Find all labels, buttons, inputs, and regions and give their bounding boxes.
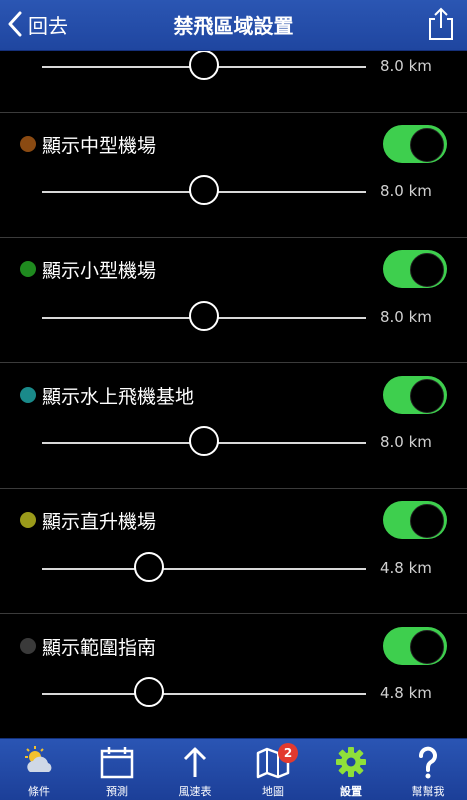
- share-icon: [429, 7, 453, 40]
- slider-value: 8.0 km: [380, 57, 432, 75]
- tab-bar: 條件 預測 風速表 2 地圖 設置 幫幫我: [0, 738, 467, 800]
- toggle-knob: [410, 504, 444, 538]
- dot-indicator: [20, 261, 36, 277]
- range-slider-small-airport[interactable]: 8.0 km: [0, 299, 467, 339]
- tab-label: 幫幫我: [411, 785, 445, 798]
- dot-indicator: [20, 387, 36, 403]
- tab-anemometer[interactable]: 風速表: [156, 743, 234, 799]
- weather-icon: [25, 746, 52, 772]
- range-slider-seaplane-base[interactable]: 8.0 km: [0, 424, 467, 464]
- gear-icon: [336, 747, 366, 777]
- settings-list[interactable]: 8.0 km 顯示中型機場 8.0 km 顯示小型機場 8.0 km 顯示水上飛…: [0, 51, 467, 739]
- row-label: 顯示小型機場: [42, 260, 157, 282]
- tab-label: 設置: [340, 785, 362, 798]
- tab-settings[interactable]: 設置: [312, 743, 390, 799]
- dot-indicator: [20, 512, 36, 528]
- back-button[interactable]: 回去: [8, 8, 68, 40]
- toggle-switch[interactable]: [383, 125, 447, 163]
- slider-thumb[interactable]: [133, 552, 164, 582]
- row-label: 顯示水上飛機基地: [42, 386, 195, 408]
- tab-label: 風速表: [178, 785, 212, 798]
- tab-conditions[interactable]: 條件: [0, 743, 78, 799]
- dot-indicator: [20, 136, 36, 152]
- toggle-switch[interactable]: [383, 250, 447, 288]
- slider-value: 4.8 km: [380, 684, 432, 702]
- divider: [0, 362, 467, 363]
- toggle-knob: [410, 630, 444, 664]
- slider-value: 8.0 km: [380, 182, 432, 200]
- notification-badge: 2: [278, 743, 298, 763]
- slider-value: 8.0 km: [380, 433, 432, 451]
- row-label: 顯示直升機場: [42, 511, 157, 533]
- toggle-knob: [410, 253, 444, 287]
- tab-label: 地圖: [262, 785, 284, 798]
- calendar-icon: [100, 747, 134, 779]
- page-title: 禁飛區域設置: [173, 14, 294, 38]
- row-seaplane-base: 顯示水上飛機基地: [0, 373, 467, 417]
- tab-map[interactable]: 2 地圖: [234, 743, 312, 799]
- chevron-left-icon: [8, 11, 22, 37]
- slider-thumb[interactable]: [189, 426, 219, 456]
- tab-label: 條件: [28, 785, 50, 798]
- divider: [0, 112, 467, 113]
- top-range-slider[interactable]: 8.0 km: [0, 51, 467, 88]
- slider-value: 4.8 km: [380, 559, 432, 577]
- divider: [0, 613, 467, 614]
- dot-indicator: [20, 638, 36, 654]
- row-label: 顯示範圍指南: [42, 637, 157, 659]
- divider: [0, 237, 467, 238]
- range-slider-medium-airport[interactable]: 8.0 km: [0, 173, 467, 213]
- range-slider-range-guide[interactable]: 4.8 km: [0, 675, 467, 715]
- tab-label: 預測: [106, 785, 128, 798]
- slider-track: [42, 568, 366, 570]
- row-heliport: 顯示直升機場: [0, 498, 467, 542]
- row-small-airport: 顯示小型機場: [0, 247, 467, 291]
- toggle-knob: [410, 128, 444, 162]
- row-label: 顯示中型機場: [42, 135, 157, 157]
- toggle-knob: [410, 379, 444, 413]
- slider-thumb[interactable]: [133, 677, 164, 707]
- toggle-switch[interactable]: [383, 627, 447, 665]
- slider-thumb[interactable]: [189, 175, 219, 205]
- row-range-guide: 顯示範圍指南: [0, 624, 467, 668]
- toggle-switch[interactable]: [383, 501, 447, 539]
- tab-forecast[interactable]: 預測: [78, 743, 156, 799]
- toggle-switch[interactable]: [383, 376, 447, 414]
- range-slider-heliport[interactable]: 4.8 km: [0, 550, 467, 590]
- share-button[interactable]: [425, 6, 457, 42]
- divider: [0, 488, 467, 489]
- slider-value: 8.0 km: [380, 308, 432, 326]
- tab-help[interactable]: 幫幫我: [389, 743, 467, 799]
- back-button-label: 回去: [28, 13, 68, 38]
- slider-thumb[interactable]: [189, 301, 219, 331]
- navigation-bar: 回去 禁飛區域設置: [0, 0, 467, 51]
- slider-track: [42, 693, 366, 695]
- help-icon: [419, 746, 437, 779]
- row-medium-airport: 顯示中型機場: [0, 122, 467, 166]
- arrow-up-icon: [183, 747, 207, 777]
- slider-thumb[interactable]: [189, 51, 219, 80]
